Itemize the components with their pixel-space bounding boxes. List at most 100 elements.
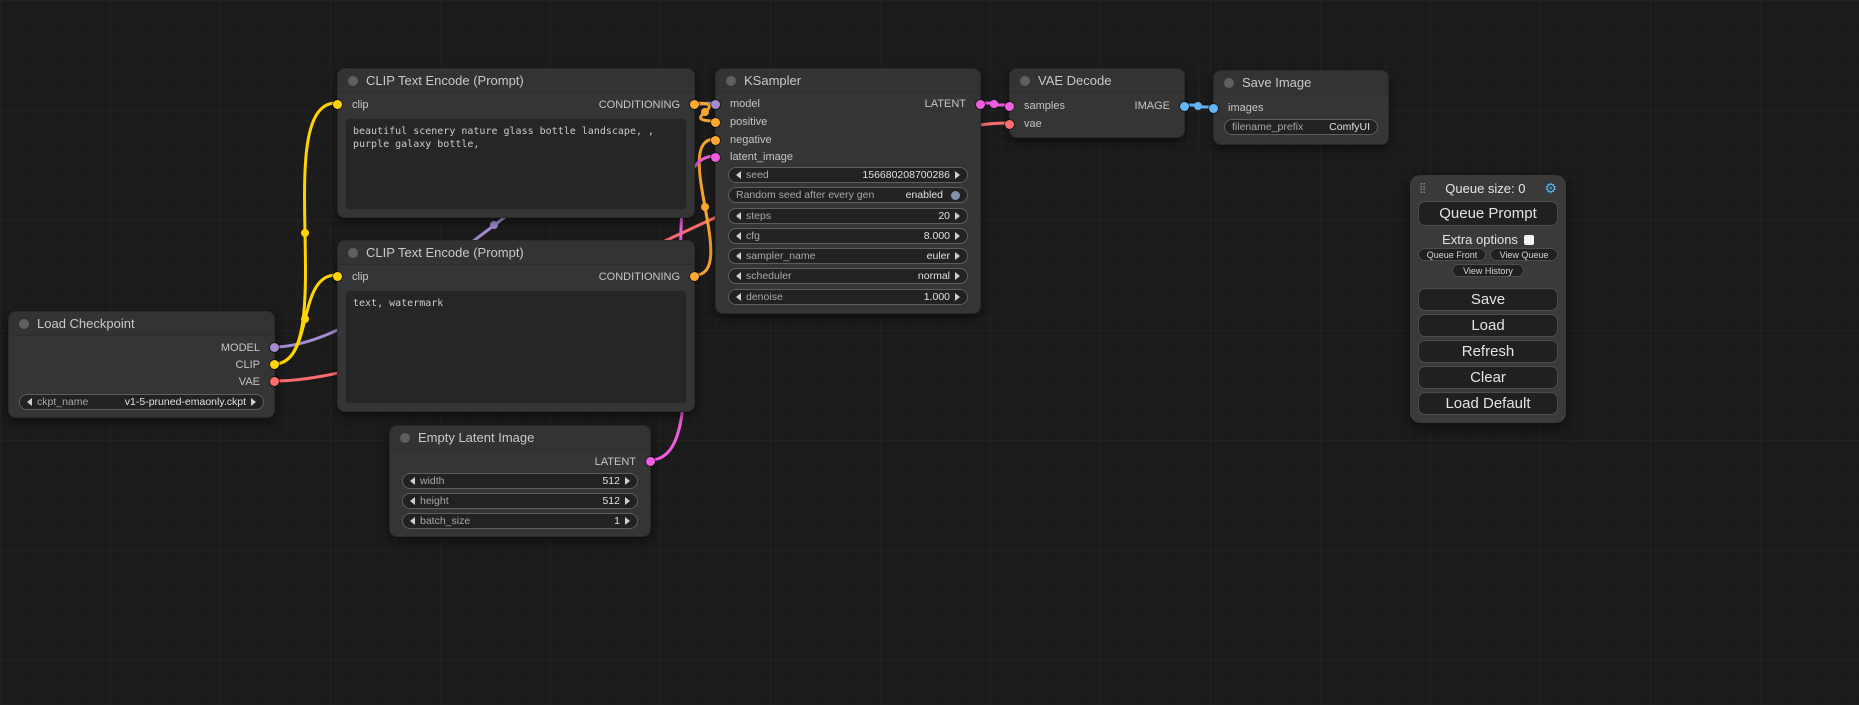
increment-arrow-icon[interactable]: [625, 497, 630, 505]
prompt-textarea[interactable]: text, watermark: [346, 291, 686, 403]
widget-name: denoise: [746, 291, 783, 303]
widget-value: 1: [614, 515, 620, 527]
queue-panel-header: ⣿ Queue size: 0 ⚙: [1419, 180, 1557, 196]
output-port-latent[interactable]: [976, 100, 985, 109]
widget-sampler-name[interactable]: sampler_name euler: [728, 248, 968, 264]
decrement-arrow-icon[interactable]: [736, 232, 741, 240]
widget-denoise[interactable]: denoise 1.000: [728, 289, 968, 305]
queue-prompt-button[interactable]: Queue Prompt: [1418, 201, 1558, 226]
drag-handle-icon[interactable]: ⣿: [1419, 183, 1426, 194]
node-header[interactable]: Save Image: [1214, 71, 1388, 95]
increment-arrow-icon[interactable]: [955, 252, 960, 260]
collapse-dot-icon[interactable]: [348, 76, 358, 86]
widget-random-seed-toggle[interactable]: Random seed after every gen enabled: [728, 187, 968, 203]
decrement-arrow-icon[interactable]: [410, 497, 415, 505]
collapse-dot-icon[interactable]: [726, 76, 736, 86]
collapse-dot-icon[interactable]: [348, 248, 358, 258]
increment-arrow-icon[interactable]: [625, 477, 630, 485]
widget-steps[interactable]: steps 20: [728, 208, 968, 224]
view-history-button[interactable]: View History: [1452, 264, 1524, 277]
node-header[interactable]: CLIP Text Encode (Prompt): [338, 241, 694, 265]
output-slot-conditioning: CONDITIONING: [338, 98, 694, 113]
decrement-arrow-icon[interactable]: [736, 272, 741, 280]
increment-arrow-icon[interactable]: [251, 398, 256, 406]
extra-options-checkbox[interactable]: [1524, 235, 1534, 245]
output-port-vae[interactable]: [270, 377, 279, 386]
output-port-image[interactable]: [1180, 102, 1189, 111]
decrement-arrow-icon[interactable]: [410, 477, 415, 485]
input-port-positive[interactable]: [711, 118, 720, 127]
node-header[interactable]: Load Checkpoint: [9, 312, 274, 336]
load-button[interactable]: Load: [1418, 314, 1558, 337]
queue-front-button[interactable]: Queue Front: [1418, 248, 1486, 261]
decrement-arrow-icon[interactable]: [410, 517, 415, 525]
node-load-checkpoint[interactable]: Load Checkpoint MODEL CLIP VAE ckpt_name…: [8, 311, 275, 418]
view-queue-button[interactable]: View Queue: [1490, 248, 1558, 261]
decrement-arrow-icon[interactable]: [736, 252, 741, 260]
widget-value: euler: [927, 250, 950, 262]
settings-gear-icon[interactable]: ⚙: [1544, 181, 1557, 195]
increment-arrow-icon[interactable]: [625, 517, 630, 525]
decrement-arrow-icon[interactable]: [736, 212, 741, 220]
widget-ckpt-name[interactable]: ckpt_name v1-5-pruned-emaonly.ckpt: [19, 394, 264, 410]
widget-width[interactable]: width 512: [402, 473, 638, 489]
widget-height[interactable]: height 512: [402, 493, 638, 509]
output-port-clip[interactable]: [270, 360, 279, 369]
collapse-dot-icon[interactable]: [400, 433, 410, 443]
decrement-arrow-icon[interactable]: [736, 293, 741, 301]
queue-panel: ⣿ Queue size: 0 ⚙ Queue Prompt Extra opt…: [1410, 175, 1566, 423]
slot-label: CLIP: [236, 359, 260, 371]
refresh-button[interactable]: Refresh: [1418, 340, 1558, 363]
widget-batch-size[interactable]: batch_size 1: [402, 513, 638, 529]
collapse-dot-icon[interactable]: [1020, 76, 1030, 86]
node-clip-text-encode-positive[interactable]: CLIP Text Encode (Prompt) clip CONDITION…: [337, 68, 695, 218]
toggle-dot-icon[interactable]: [951, 191, 960, 200]
node-ksampler[interactable]: KSampler model positive negative latent_…: [715, 68, 981, 314]
widget-value: 1.000: [924, 291, 950, 303]
output-port-conditioning[interactable]: [690, 100, 699, 109]
node-header[interactable]: CLIP Text Encode (Prompt): [338, 69, 694, 93]
widget-cfg[interactable]: cfg 8.000: [728, 228, 968, 244]
node-save-image[interactable]: Save Image images filename_prefix ComfyU…: [1213, 70, 1389, 145]
input-port-model[interactable]: [711, 100, 720, 109]
increment-arrow-icon[interactable]: [955, 232, 960, 240]
widget-seed[interactable]: seed 156680208700286: [728, 167, 968, 183]
increment-arrow-icon[interactable]: [955, 293, 960, 301]
input-port-negative[interactable]: [711, 136, 720, 145]
node-header[interactable]: KSampler: [716, 69, 980, 93]
node-clip-text-encode-negative[interactable]: CLIP Text Encode (Prompt) clip CONDITION…: [337, 240, 695, 412]
slot-label: IMAGE: [1135, 100, 1170, 112]
decrement-arrow-icon[interactable]: [736, 171, 741, 179]
collapse-dot-icon[interactable]: [19, 319, 29, 329]
output-slot-vae: VAE: [9, 375, 274, 390]
input-port-latent-image[interactable]: [711, 153, 720, 162]
increment-arrow-icon[interactable]: [955, 272, 960, 280]
increment-arrow-icon[interactable]: [955, 171, 960, 179]
node-title: Save Image: [1242, 75, 1311, 90]
slot-label: LATENT: [595, 456, 636, 468]
output-port-conditioning[interactable]: [690, 272, 699, 281]
widget-filename-prefix[interactable]: filename_prefix ComfyUI: [1224, 119, 1378, 135]
prompt-textarea[interactable]: beautiful scenery nature glass bottle la…: [346, 119, 686, 209]
node-empty-latent-image[interactable]: Empty Latent Image LATENT width 512 heig…: [389, 425, 651, 537]
node-vae-decode[interactable]: VAE Decode samples vae IMAGE: [1009, 68, 1185, 138]
link-midpoint-dot: [701, 108, 709, 116]
output-port-model[interactable]: [270, 343, 279, 352]
increment-arrow-icon[interactable]: [955, 212, 960, 220]
node-graph-canvas[interactable]: Load Checkpoint MODEL CLIP VAE ckpt_name…: [0, 0, 1859, 705]
input-port-clip[interactable]: [333, 100, 342, 109]
clear-button[interactable]: Clear: [1418, 366, 1558, 389]
node-header[interactable]: Empty Latent Image: [390, 426, 650, 450]
widget-name: seed: [746, 169, 769, 181]
decrement-arrow-icon[interactable]: [27, 398, 32, 406]
collapse-dot-icon[interactable]: [1224, 78, 1234, 88]
output-port-latent[interactable]: [646, 457, 655, 466]
save-button[interactable]: Save: [1418, 288, 1558, 311]
input-port-clip[interactable]: [333, 272, 342, 281]
input-port-samples[interactable]: [1005, 102, 1014, 111]
input-port-images[interactable]: [1209, 104, 1218, 113]
node-header[interactable]: VAE Decode: [1010, 69, 1184, 93]
input-port-vae[interactable]: [1005, 120, 1014, 129]
load-default-button[interactable]: Load Default: [1418, 392, 1558, 415]
widget-scheduler[interactable]: scheduler normal: [728, 268, 968, 284]
